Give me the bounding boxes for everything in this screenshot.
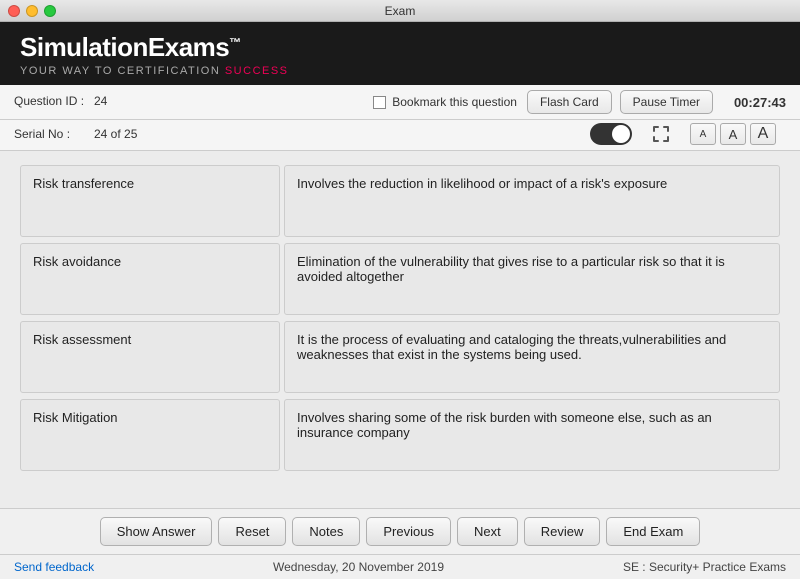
serial-no-label: Serial No :	[14, 127, 94, 141]
bookmark-area[interactable]: Bookmark this question	[373, 95, 517, 109]
titlebar: Exam	[0, 0, 800, 22]
serial-no-area: Serial No : 24 of 25	[14, 127, 590, 141]
minimize-button[interactable]	[26, 5, 38, 17]
flashcard-term: Risk assessment	[20, 321, 280, 393]
window-controls[interactable]	[8, 5, 56, 17]
footer-course: SE : Security+ Practice Exams	[623, 560, 786, 574]
toggle-switch[interactable]	[590, 123, 632, 145]
flashcard-definition: Elimination of the vulnerability that gi…	[284, 243, 780, 315]
show-answer-button[interactable]: Show Answer	[100, 517, 213, 546]
previous-button[interactable]: Previous	[366, 517, 451, 546]
flashcard-definition: Involves sharing some of the risk burden…	[284, 399, 780, 471]
brand-bar: SimulationExams™ YOUR WAY TO CERTIFICATI…	[0, 22, 800, 85]
bookmark-checkbox[interactable]	[373, 96, 386, 109]
question-id-row: Question ID : 24	[14, 94, 373, 108]
feedback-link[interactable]: Send feedback	[14, 560, 94, 574]
flashcard-definition: Involves the reduction in likelihood or …	[284, 165, 780, 237]
brand-tagline: YOUR WAY TO CERTIFICATION SUCCESS	[20, 65, 780, 77]
font-medium-button[interactable]: A	[720, 123, 746, 145]
footer-date: Wednesday, 20 November 2019	[273, 560, 444, 574]
flashcard-term: Risk transference	[20, 165, 280, 237]
pause-timer-button[interactable]: Pause Timer	[620, 90, 713, 114]
timer-display: 00:27:43	[721, 95, 786, 110]
footer: Send feedback Wednesday, 20 November 201…	[0, 554, 800, 579]
font-small-button[interactable]: A	[690, 123, 716, 145]
info-bar: Question ID : 24 Bookmark this question …	[0, 85, 800, 120]
window-title: Exam	[385, 4, 416, 18]
review-button[interactable]: Review	[524, 517, 601, 546]
expand-icon[interactable]	[650, 123, 672, 145]
end-exam-button[interactable]: End Exam	[606, 517, 700, 546]
flashcard-row: Risk assessmentIt is the process of eval…	[20, 321, 780, 393]
toggle-knob	[612, 125, 630, 143]
flashcard-term: Risk Mitigation	[20, 399, 280, 471]
close-button[interactable]	[8, 5, 20, 17]
font-size-buttons[interactable]: A A A	[690, 123, 776, 145]
view-controls[interactable]: A A A	[590, 123, 776, 145]
reset-button[interactable]: Reset	[218, 517, 286, 546]
bookmark-label: Bookmark this question	[392, 95, 517, 109]
question-id-label: Question ID :	[14, 94, 94, 108]
notes-button[interactable]: Notes	[292, 517, 360, 546]
main-content: Risk transferenceInvolves the reduction …	[0, 151, 800, 508]
flashcard-row: Risk transferenceInvolves the reduction …	[20, 165, 780, 237]
brand-name: SimulationExams™	[20, 32, 780, 63]
flashcard-term: Risk avoidance	[20, 243, 280, 315]
question-info: Question ID : 24	[14, 94, 373, 110]
flashcard-definition: It is the process of evaluating and cata…	[284, 321, 780, 393]
toolbar-buttons[interactable]: Flash Card Pause Timer 00:27:43	[527, 90, 786, 114]
flash-card-button[interactable]: Flash Card	[527, 90, 612, 114]
flashcard-row: Risk MitigationInvolves sharing some of …	[20, 399, 780, 471]
info-bar2: Serial No : 24 of 25 A A A	[0, 120, 800, 151]
maximize-button[interactable]	[44, 5, 56, 17]
next-button[interactable]: Next	[457, 517, 518, 546]
question-id-value: 24	[94, 94, 107, 108]
serial-no-value: 24 of 25	[94, 127, 137, 141]
font-large-button[interactable]: A	[750, 123, 776, 145]
action-bar: Show Answer Reset Notes Previous Next Re…	[0, 508, 800, 554]
flashcard-row: Risk avoidanceElimination of the vulnera…	[20, 243, 780, 315]
